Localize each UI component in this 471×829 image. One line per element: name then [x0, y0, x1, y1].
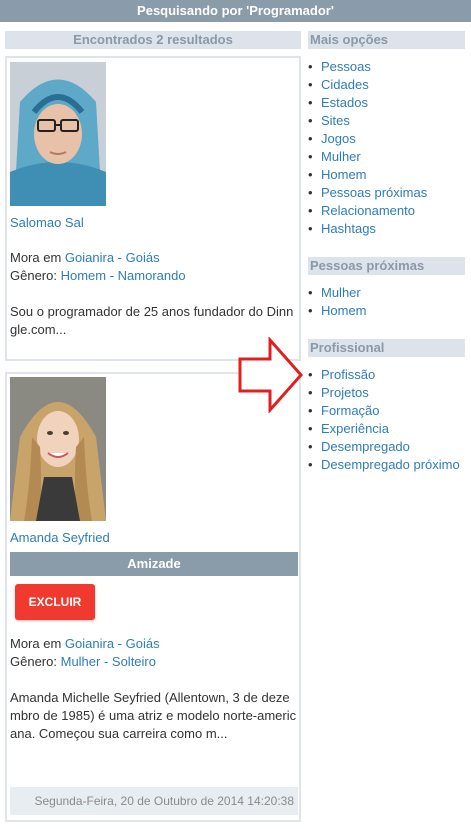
sidebar-item[interactable]: • Desempregado — [308, 438, 460, 456]
bullet-icon: • — [308, 367, 313, 382]
sidebar-item[interactable]: • Estados — [308, 94, 427, 112]
sidebar-item[interactable]: • Desempregado próximo — [308, 456, 460, 474]
bullet-icon: • — [308, 403, 313, 418]
bullet-icon: • — [308, 95, 313, 110]
gender-label: Gênero: — [10, 268, 57, 283]
sidebar-item[interactable]: • Pessoas — [308, 58, 427, 76]
person-info: Mora em Goianira - Goiás Gênero: Homem -… — [10, 249, 186, 285]
person-bio: Amanda Michelle Seyfried (Allentown, 3 d… — [10, 690, 297, 741]
sidebar-item[interactable]: • Relacionamento — [308, 202, 427, 220]
gender-status-link[interactable]: Mulher - Solteiro — [61, 654, 156, 669]
sidebar-item[interactable]: • Hashtags — [308, 220, 427, 238]
results-count: Encontrados 2 resultados — [5, 31, 301, 49]
person-bio: Sou o programador de 25 anos fundador do… — [10, 304, 294, 337]
sidebar-item[interactable]: • Mulher — [308, 284, 367, 302]
nearby-list: • Mulher • Homem — [308, 284, 367, 320]
bullet-icon: • — [308, 167, 313, 182]
result-card: Amanda Seyfried Amizade EXCLUIR Mora em … — [5, 372, 301, 822]
gender-label: Gênero: — [10, 654, 57, 669]
result-card: Salomao Sal Mora em Goianira - Goiás Gên… — [5, 56, 301, 361]
arrow-right-icon — [238, 337, 304, 413]
bullet-icon: • — [308, 439, 313, 454]
profile-photo[interactable] — [10, 377, 106, 521]
bullet-icon: • — [308, 303, 313, 318]
sidebar-item[interactable]: • Mulher — [308, 148, 427, 166]
bullet-icon: • — [308, 77, 313, 92]
profile-photo[interactable] — [10, 62, 106, 206]
sidebar-item[interactable]: • Jogos — [308, 130, 427, 148]
bullet-icon: • — [308, 113, 313, 128]
sidebar-item[interactable]: • Sites — [308, 112, 427, 130]
sidebar-item[interactable]: • Homem — [308, 166, 427, 184]
more-options-header: Mais opções — [308, 31, 465, 49]
more-options-list: • Pessoas • Cidades • Estados • Sites • Jogos… — [308, 58, 427, 238]
sidebar-item[interactable]: • Experiência — [308, 420, 460, 438]
city-link[interactable]: Goianira - Goiás — [65, 636, 160, 651]
person-name-link[interactable]: Salomao Sal — [10, 215, 84, 230]
bullet-icon: • — [308, 221, 313, 236]
bullet-icon: • — [308, 285, 313, 300]
friendship-status-bar: Amizade — [10, 552, 298, 576]
sidebar-item[interactable]: • Cidades — [308, 76, 427, 94]
nearby-header: Pessoas próximas — [308, 257, 465, 275]
lives-label: Mora em — [10, 636, 62, 651]
delete-friend-button[interactable]: EXCLUIR — [15, 584, 95, 620]
sidebar-item[interactable]: • Projetos — [308, 384, 460, 402]
bullet-icon: • — [308, 385, 313, 400]
sidebar-item[interactable]: • Formação — [308, 402, 460, 420]
bullet-icon: • — [308, 185, 313, 200]
bullet-icon: • — [308, 203, 313, 218]
timestamp: Segunda-Feira, 20 de Outubro de 2014 14:… — [34, 794, 294, 808]
results-column: Encontrados 2 resultados Salomao Sal Mor… — [5, 31, 301, 822]
timestamp-bar: Segunda-Feira, 20 de Outubro de 2014 14:… — [10, 787, 298, 815]
person-name-link[interactable]: Amanda Seyfried — [10, 530, 110, 545]
bullet-icon: • — [308, 149, 313, 164]
professional-list: • Profissão • Projetos • Formação • Experiên… — [308, 366, 460, 474]
bullet-icon: • — [308, 59, 313, 74]
bullet-icon: • — [308, 421, 313, 436]
sidebar-item[interactable]: • Homem — [308, 302, 367, 320]
person-info: Mora em Goianira - Goiás Gênero: Mulher … — [10, 635, 160, 671]
professional-header: Profissional — [308, 339, 465, 357]
sidebar-item[interactable]: • Profissão — [308, 366, 460, 384]
bullet-icon: • — [308, 457, 313, 472]
bullet-icon: • — [308, 131, 313, 146]
page-title: Pesquisando por 'Programador' — [0, 0, 471, 22]
lives-label: Mora em — [10, 250, 62, 265]
gender-status-link[interactable]: Homem - Namorando — [61, 268, 186, 283]
sidebar-item[interactable]: • Pessoas próximas — [308, 184, 427, 202]
city-link[interactable]: Goianira - Goiás — [65, 250, 160, 265]
